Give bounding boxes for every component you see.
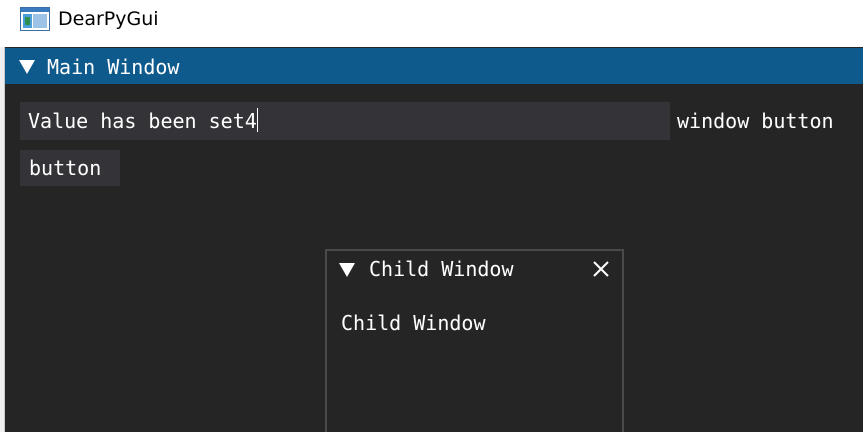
window-button-label: window button — [677, 109, 834, 133]
triangle-down-icon[interactable] — [19, 60, 35, 74]
button[interactable]: button — [20, 150, 120, 186]
os-titlebar[interactable]: DearPyGui — [0, 0, 863, 47]
client-area: Main Window Value has been set4 window b… — [5, 47, 863, 432]
child-window-text: Child Window — [341, 311, 486, 335]
value-input[interactable]: Value has been set4 — [20, 102, 670, 140]
main-window-title: Main Window — [47, 55, 180, 79]
triangle-down-icon[interactable] — [339, 263, 355, 277]
app-frame: DearPyGui Main Window Value has been set… — [0, 0, 863, 432]
close-icon[interactable] — [591, 259, 611, 279]
child-window-title: Child Window — [369, 257, 514, 281]
child-window-header[interactable]: Child Window — [327, 251, 622, 287]
text-caret — [256, 108, 258, 132]
main-window-header[interactable]: Main Window — [5, 48, 863, 84]
app-title: DearPyGui — [58, 8, 159, 30]
app-window-icon — [20, 7, 50, 31]
value-input-text: Value has been set4 — [28, 109, 257, 133]
child-window: Child Window Child Window — [325, 249, 624, 432]
